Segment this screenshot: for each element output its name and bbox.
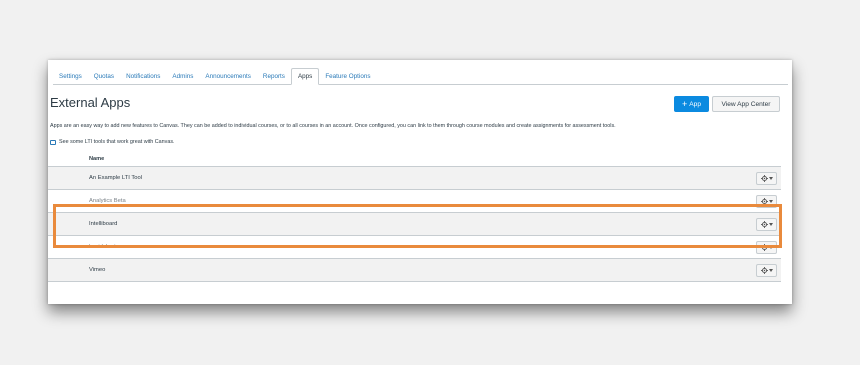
app-name: An Example LTI Tool xyxy=(89,175,142,181)
lti-tools-link[interactable]: See some LTI tools that work great with … xyxy=(50,139,175,145)
external-link-icon xyxy=(50,139,56,145)
view-app-center-button[interactable]: View App Center xyxy=(712,96,780,112)
settings-menu-button[interactable] xyxy=(756,263,777,277)
add-app-label: App xyxy=(689,100,701,108)
caret-down-icon xyxy=(768,268,773,272)
page-title: External Apps xyxy=(50,95,131,110)
app-name: Vimeo xyxy=(89,267,106,273)
tab-notifications[interactable]: Notifications xyxy=(120,69,166,84)
caret-down-icon xyxy=(768,199,773,203)
tab-reports[interactable]: Reports xyxy=(257,69,291,84)
tab-feature-options[interactable]: Feature Options xyxy=(319,69,376,84)
tab-apps[interactable]: Apps xyxy=(290,68,320,85)
settings-panel: Settings Quotas Notifications Admins Ann… xyxy=(48,60,792,304)
name-column-header: Name xyxy=(89,156,105,162)
caret-down-icon xyxy=(768,176,773,180)
plus-icon: + xyxy=(682,98,688,109)
tab-announcements[interactable]: Announcements xyxy=(199,69,257,84)
settings-menu-button[interactable] xyxy=(756,171,777,185)
gear-icon xyxy=(760,266,768,274)
apps-description: Apps are an easy way to add new features… xyxy=(50,123,616,129)
tab-admins[interactable]: Admins xyxy=(166,69,199,84)
highlight-outline xyxy=(53,204,782,248)
tab-bar: Settings Quotas Notifications Admins Ann… xyxy=(53,67,788,85)
gear-icon xyxy=(760,174,768,182)
lti-tools-link-text: See some LTI tools that work great with … xyxy=(59,139,175,145)
table-row: Vimeo xyxy=(48,259,781,282)
add-app-button[interactable]: + App xyxy=(674,96,709,112)
tab-quotas[interactable]: Quotas xyxy=(88,69,120,84)
tab-settings[interactable]: Settings xyxy=(53,69,88,84)
table-row: An Example LTI Tool xyxy=(48,167,781,190)
